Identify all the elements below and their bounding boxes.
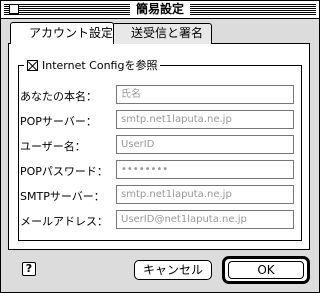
tab-account-settings-label: アカウント設定 — [29, 26, 114, 40]
username-row: ユーザー名： UserID — [20, 135, 296, 155]
internet-config-label: Internet Configを参照 — [42, 59, 158, 72]
username-label: ユーザー名： — [20, 140, 86, 153]
real-name-field[interactable]: 氏名 — [116, 85, 294, 104]
tab-send-receive-signature[interactable]: 送受信と署名 — [112, 23, 212, 44]
title-bar[interactable]: 簡易設定 — [1, 1, 319, 19]
cancel-button[interactable]: キャンセル — [134, 260, 212, 280]
window-title: 簡易設定 — [129, 1, 191, 18]
smtp-server-row: SMTPサーバー： smtp.net1laputa.ne.jp — [20, 185, 296, 205]
pop-server-field[interactable]: smtp.net1laputa.ne.jp — [116, 110, 294, 129]
tab-account-settings[interactable]: アカウント設定 — [10, 22, 114, 44]
pop-password-row: POPパスワード： •••••••• — [20, 160, 296, 180]
smtp-server-field[interactable]: smtp.net1laputa.ne.jp — [116, 185, 294, 204]
internet-config-toggle[interactable]: Internet Configを参照 — [24, 57, 161, 73]
username-field[interactable]: UserID — [116, 135, 294, 154]
close-box[interactable] — [9, 4, 19, 14]
email-address-field[interactable]: UserID@net1laputa.ne.jp — [116, 210, 294, 229]
help-button[interactable]: ? — [22, 262, 36, 276]
smtp-server-label: SMTPサーバー： — [20, 190, 105, 203]
pop-password-label: POPパスワード： — [20, 165, 108, 178]
pop-server-label: POPサーバー： — [20, 115, 97, 128]
real-name-label: あなたの本名： — [20, 90, 97, 103]
tab-send-receive-label: 送受信と署名 — [131, 26, 204, 40]
pop-server-row: POPサーバー： smtp.net1laputa.ne.jp — [20, 110, 296, 130]
email-address-row: メールアドレス： UserID@net1laputa.ne.jp — [20, 210, 296, 230]
internet-config-checkbox[interactable] — [27, 59, 38, 71]
pop-password-field[interactable]: •••••••• — [116, 160, 294, 179]
ok-button[interactable]: OK — [228, 261, 304, 279]
real-name-row: あなたの本名： 氏名 — [20, 85, 296, 105]
email-address-label: メールアドレス： — [20, 215, 108, 228]
